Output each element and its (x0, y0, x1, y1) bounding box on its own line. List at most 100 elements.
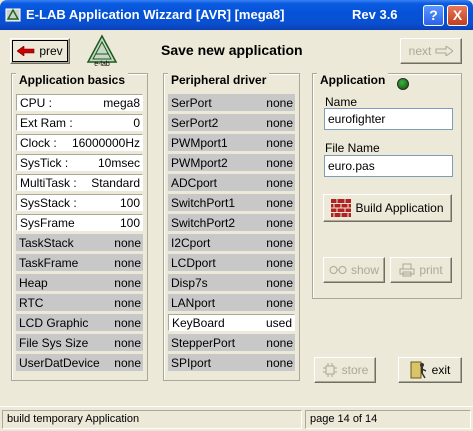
basics-row[interactable]: SysStack : 100 (16, 194, 143, 211)
prev-button[interactable]: prev (10, 38, 70, 64)
row-value: 0 (133, 115, 140, 130)
arrow-right-icon (435, 46, 454, 56)
exit-label: exit (431, 363, 451, 377)
peripheral-title: Peripheral driver (168, 73, 270, 87)
row-label: LCDport (171, 255, 216, 270)
row-label: LANport (171, 295, 216, 310)
row-label: SPIport (171, 355, 212, 370)
store-label: store (341, 363, 369, 377)
row-label: Disp7s (171, 275, 208, 290)
store-button[interactable]: store (314, 357, 376, 383)
name-label: Name (325, 95, 358, 109)
peripheral-row[interactable]: PWMport2 none (168, 154, 295, 171)
show-button[interactable]: show (323, 257, 385, 283)
status-bar: build temporary Application page 14 of 1… (0, 406, 473, 431)
basics-row[interactable]: SysTick : 10msec (16, 154, 143, 171)
row-label: MultiTask : (20, 175, 77, 190)
row-value: none (266, 295, 293, 310)
row-value: none (266, 115, 293, 130)
peripheral-row[interactable]: SwitchPort1 none (168, 194, 295, 211)
row-label: SwitchPort2 (171, 215, 236, 230)
chip-icon (322, 363, 337, 377)
basics-row[interactable]: LCD Graphic none (16, 314, 143, 331)
basics-row[interactable]: Ext Ram : 0 (16, 114, 143, 131)
peripheral-row[interactable]: Disp7s none (168, 274, 295, 291)
name-input[interactable] (324, 108, 453, 130)
row-label: KeyBoard (172, 315, 225, 330)
row-value: 100 (119, 215, 140, 230)
peripheral-row[interactable]: SerPort2 none (168, 114, 295, 131)
row-label: SerPort (171, 95, 212, 110)
row-value: none (114, 355, 141, 370)
peripheral-row[interactable]: LANport none (168, 294, 295, 311)
row-value: none (266, 95, 293, 110)
peripheral-row[interactable]: SerPort none (168, 94, 295, 111)
peripheral-row[interactable]: LCDport none (168, 254, 295, 271)
row-label: SerPort2 (171, 115, 219, 130)
close-button[interactable]: X (447, 5, 468, 26)
row-label: TaskFrame (19, 255, 79, 270)
filename-input[interactable] (324, 155, 453, 177)
row-value: none (114, 275, 141, 290)
exit-door-icon (410, 361, 426, 379)
row-label: SysFrame (20, 215, 75, 230)
window-title: E-LAB Application Wizzard [AVR] [mega8] (26, 7, 285, 22)
row-value: none (114, 235, 141, 250)
row-value: Standard (91, 175, 140, 190)
row-label: SwitchPort1 (171, 195, 236, 210)
row-label: LCD Graphic (19, 315, 89, 330)
peripheral-row[interactable]: StepperPort none (168, 334, 295, 351)
row-value: none (266, 355, 293, 370)
basics-row[interactable]: SysFrame 100 (16, 214, 143, 231)
row-value: mega8 (103, 95, 140, 110)
row-value: 100 (119, 195, 140, 210)
elab-logo: e-lab (86, 34, 118, 67)
help-button[interactable]: ? (423, 5, 444, 26)
window-revision: Rev 3.6 (352, 7, 398, 22)
peripheral-row[interactable]: I2Cport none (168, 234, 295, 251)
brick-wall-icon (331, 199, 352, 217)
row-label: SysStack : (20, 195, 77, 210)
next-label: next (408, 44, 432, 58)
glasses-icon (329, 266, 347, 274)
peripheral-row[interactable]: KeyBoard used (168, 314, 295, 331)
basics-row[interactable]: CPU : mega8 (16, 94, 143, 111)
exit-button[interactable]: exit (398, 357, 462, 383)
build-application-button[interactable]: Build Application (323, 194, 452, 222)
peripheral-row[interactable]: ADCport none (168, 174, 295, 191)
print-button[interactable]: print (390, 257, 452, 283)
next-button[interactable]: next (400, 38, 462, 64)
logo-text: e-lab (94, 61, 110, 67)
row-value: none (266, 135, 293, 150)
row-label: CPU : (20, 95, 53, 110)
row-label: Clock : (20, 135, 57, 150)
row-label: I2Cport (171, 235, 211, 250)
peripheral-row[interactable]: PWMport1 none (168, 134, 295, 151)
row-label: File Sys Size (19, 335, 89, 350)
page-title: Save new application (161, 42, 303, 58)
basics-panel: Application basics CPU : mega8 Ext Ram : 0 C… (11, 73, 148, 381)
basics-row[interactable]: File Sys Size none (16, 334, 143, 351)
printer-icon (399, 263, 415, 277)
row-value: none (266, 155, 293, 170)
basics-row[interactable]: RTC none (16, 294, 143, 311)
status-page: page 14 of 14 (305, 410, 471, 429)
row-value: none (114, 335, 141, 350)
basics-row[interactable]: Clock : 16000000Hz (16, 134, 143, 151)
peripheral-row[interactable]: SPIport none (168, 354, 295, 371)
basics-row[interactable]: UserDatDevice none (16, 354, 143, 371)
row-value: 16000000Hz (71, 135, 140, 150)
basics-row[interactable]: Heap none (16, 274, 143, 291)
show-label: show (350, 263, 379, 277)
prev-label: prev (39, 44, 63, 58)
basics-row[interactable]: TaskFrame none (16, 254, 143, 271)
print-label: print (419, 263, 443, 277)
row-label: Ext Ram : (20, 115, 73, 130)
basics-row[interactable]: MultiTask : Standard (16, 174, 143, 191)
peripheral-row[interactable]: SwitchPort2 none (168, 214, 295, 231)
row-value: none (266, 255, 293, 270)
row-label: TaskStack (19, 235, 74, 250)
filename-label: File Name (325, 141, 380, 155)
basics-row[interactable]: TaskStack none (16, 234, 143, 251)
app-icon (5, 8, 21, 22)
